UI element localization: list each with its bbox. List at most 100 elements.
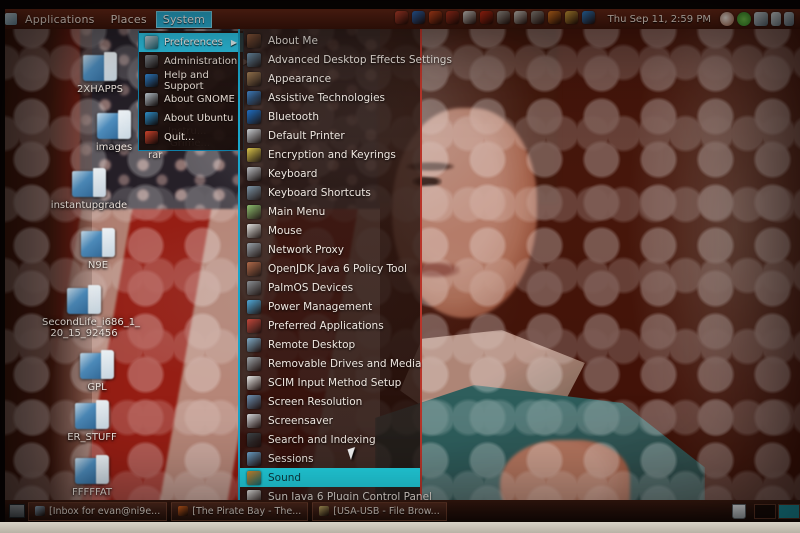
- printer-icon: [247, 128, 261, 143]
- taskbar-window-button[interactable]: [USA-USB - File Brow...: [312, 501, 447, 521]
- show-desktop-button[interactable]: [9, 504, 25, 518]
- evolution-mail-icon[interactable]: [395, 11, 408, 24]
- preferences-menu-item[interactable]: Bluetooth: [240, 107, 420, 126]
- preferences-menu-item[interactable]: Sound: [240, 468, 420, 487]
- firefox-icon[interactable]: [429, 11, 442, 24]
- preferences-menu-item[interactable]: Screen Resolution: [240, 392, 420, 411]
- workspace-button[interactable]: [754, 503, 776, 519]
- desktop-icon[interactable]: 2XHAPPS: [58, 52, 142, 95]
- folder-icon: [67, 285, 101, 314]
- preferences-menu-item[interactable]: Search and Indexing: [240, 430, 420, 449]
- preferences-menu-item-label: About Me: [268, 34, 318, 47]
- red-app-icon[interactable]: [480, 11, 493, 24]
- system-dropdown-menu: Preferences ▶ Administration▶Help and Supp…: [138, 31, 249, 151]
- places-menu-label: Places: [110, 12, 147, 26]
- screen-resolution-icon: [247, 394, 261, 409]
- system-menu-item[interactable]: Preferences ▶: [139, 33, 243, 52]
- preferences-menu-item[interactable]: Screensaver: [240, 411, 420, 430]
- camera-icon[interactable]: [754, 12, 768, 26]
- desktop-icon[interactable]: GPL: [55, 350, 139, 393]
- preferences-menu-item[interactable]: Keyboard Shortcuts: [240, 183, 420, 202]
- quit-icon: [145, 131, 158, 144]
- preferences-menu-item[interactable]: Encryption and Keyrings: [240, 145, 420, 164]
- keyboard-icon: [247, 166, 261, 181]
- preferences-menu-item[interactable]: Assistive Technologies: [240, 88, 420, 107]
- preferences-menu-item[interactable]: Preferred Applications: [240, 316, 420, 335]
- window-list-icon[interactable]: [497, 11, 510, 24]
- appearance-icon: [247, 71, 261, 86]
- preferences-menu-item[interactable]: Power Management: [240, 297, 420, 316]
- preferences-menu-item-label: Keyboard: [268, 167, 318, 180]
- screensaver-icon: [247, 413, 261, 428]
- bluetooth-icon[interactable]: [412, 11, 425, 24]
- preferences-menu-item[interactable]: Remote Desktop: [240, 335, 420, 354]
- preferences-menu-item-label: Encryption and Keyrings: [268, 148, 396, 161]
- preferences-menu-item-label: Remote Desktop: [268, 338, 356, 351]
- workspace-switcher[interactable]: [754, 503, 800, 519]
- weather-cloud-icon[interactable]: [514, 11, 527, 24]
- desktop-icon[interactable]: SecondLife_i686_1_ 20_15_92456: [42, 285, 140, 339]
- preferences-menu-item[interactable]: Default Printer: [240, 126, 420, 145]
- workspace-button[interactable]: [778, 503, 800, 519]
- desktop-icon[interactable]: ER_STUFF: [50, 400, 134, 443]
- system-menu-item[interactable]: Administration▶: [139, 52, 249, 71]
- preferences-menu-item[interactable]: OpenJDK Java 6 Policy Tool: [240, 259, 420, 278]
- taskbar-window-button[interactable]: [Inbox for evan@ni9e...: [28, 501, 168, 521]
- dots-icon[interactable]: [531, 11, 544, 24]
- system-menu-item-label: Preferences: [164, 37, 223, 48]
- places-menu[interactable]: Places: [104, 11, 154, 28]
- preferences-menu-item[interactable]: About Me: [240, 31, 420, 50]
- volume-icon[interactable]: [771, 12, 781, 26]
- preferences-menu-item[interactable]: Sessions: [240, 449, 420, 468]
- system-menu[interactable]: System: [155, 10, 213, 28]
- preferences-menu-item[interactable]: Removable Drives and Media: [240, 354, 422, 373]
- preferences-menu-item-label: OpenJDK Java 6 Policy Tool: [268, 262, 407, 275]
- globe-icon[interactable]: [582, 11, 595, 24]
- desktop-icon[interactable]: N9E: [56, 228, 140, 271]
- user-icon: [247, 33, 261, 48]
- preferences-menu-item[interactable]: PalmOS Devices: [240, 278, 420, 297]
- desktop-icon[interactable]: FFFFFAT: [50, 455, 134, 498]
- applications-menu-label: Applications: [25, 12, 95, 26]
- preferences-menu-item-label: Advanced Desktop Effects Settings: [268, 53, 452, 66]
- text-tool-icon[interactable]: [463, 11, 476, 24]
- system-menu-item[interactable]: About Ubuntu: [139, 109, 243, 128]
- preferences-menu-item-label: Screen Resolution: [268, 395, 363, 408]
- clock[interactable]: Thu Sep 11, 2:59 PM: [602, 14, 717, 25]
- folder-icon: [319, 506, 330, 516]
- preferences-menu-item-label: Screensaver: [268, 414, 333, 427]
- accessibility-icon: [247, 90, 261, 105]
- network-proxy-icon: [247, 242, 261, 257]
- system-menu-item[interactable]: Quit...: [139, 128, 243, 147]
- preferences-menu-item-label: PalmOS Devices: [268, 281, 354, 294]
- preferences-menu-item[interactable]: SCIM Input Method Setup: [240, 373, 420, 392]
- traffic-cone-icon[interactable]: [548, 11, 561, 24]
- ubuntu-menu-icon[interactable]: [5, 13, 17, 25]
- preferences-menu-item[interactable]: Network Proxy: [240, 240, 420, 259]
- taskbar-window-button[interactable]: [The Pirate Bay - The...: [171, 501, 309, 521]
- monitor-photo-screen: 2XHAPPS images instantupgrade N9E SecondLife…: [0, 0, 800, 533]
- desktop-icon[interactable]: instantupgrade: [47, 168, 131, 211]
- preferences-menu-item[interactable]: Appearance: [240, 69, 420, 88]
- package-icon[interactable]: [565, 11, 578, 24]
- preferences-menu-item-label: Network Proxy: [268, 243, 344, 256]
- preferences-menu-item-label: SCIM Input Method Setup: [268, 376, 402, 389]
- trash-icon[interactable]: [732, 503, 746, 519]
- search-icon[interactable]: [720, 12, 734, 26]
- applications-menu[interactable]: Applications: [18, 11, 102, 28]
- preferences-menu-item[interactable]: Mouse: [240, 221, 420, 240]
- preferences-menu-item[interactable]: Main Menu: [240, 202, 420, 221]
- system-menu-item-label: Help and Support: [164, 69, 209, 92]
- preferences-menu-item[interactable]: Advanced Desktop Effects Settings: [240, 50, 452, 69]
- desktop-icon-label: instantupgrade: [50, 200, 128, 211]
- preferences-menu-item-label: Removable Drives and Media: [268, 357, 422, 370]
- network-icon[interactable]: [784, 12, 794, 26]
- preferences-menu-item[interactable]: Keyboard: [240, 164, 420, 183]
- system-menu-item[interactable]: About GNOME: [139, 90, 243, 109]
- checkmark-green-icon[interactable]: [737, 12, 751, 26]
- folder-icon: [80, 350, 114, 379]
- java-icon: [247, 261, 261, 276]
- sound-icon: [247, 470, 261, 485]
- system-menu-item[interactable]: Help and Support: [139, 69, 243, 92]
- update-manager-icon[interactable]: [446, 11, 459, 24]
